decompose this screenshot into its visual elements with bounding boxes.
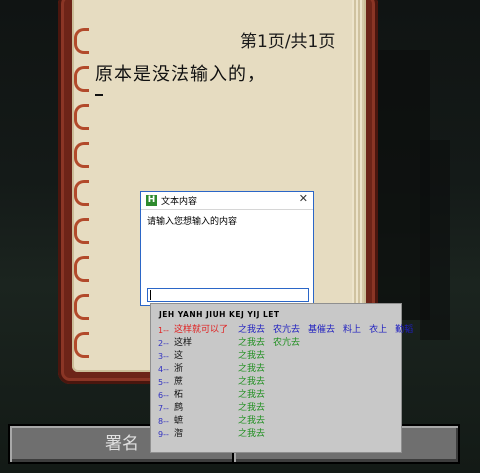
text-cursor xyxy=(95,94,103,96)
ime-candidate-panel: JEH YANH JIUH KEJ YIJ LET 1-- 这样就可以了 之我去 农亢… xyxy=(150,303,413,453)
candidate-number: 7-- xyxy=(158,404,169,413)
candidate-suggestions: 之我去 xyxy=(238,363,273,376)
suggestion-item[interactable]: 农亢去 xyxy=(273,325,300,335)
suggestion-item[interactable]: 之我去 xyxy=(238,351,265,361)
candidate-number: 1-- xyxy=(158,326,169,335)
candidate-number: 5-- xyxy=(158,378,169,387)
candidate-number: 9-- xyxy=(158,430,169,439)
candidate-suggestions: 之我去 xyxy=(238,389,273,402)
candidate-text: 浙 xyxy=(174,364,184,374)
candidate-suggestions: 之我去 农亢去 基催去 料上 衣上 勤韬 xyxy=(238,324,421,337)
ime-candidate[interactable]: 5-- 蔗 之我去 xyxy=(158,376,398,389)
ring-icon xyxy=(74,104,89,130)
ring-icon xyxy=(74,180,89,206)
book-text: 原本是没法输入的， xyxy=(95,64,266,85)
candidate-text: 鹧 xyxy=(174,403,184,413)
text-input-dialog: H 文本内容 ✕ 请输入您想输入的内容 xyxy=(140,191,314,306)
candidate-suggestions: 之我去 xyxy=(238,350,273,363)
candidate-number: 2-- xyxy=(158,339,169,348)
ring-icon xyxy=(74,142,89,168)
close-icon[interactable]: ✕ xyxy=(299,192,308,205)
ime-candidate[interactable]: 9-- 潪 之我去 xyxy=(158,428,398,441)
app-icon: H xyxy=(146,195,157,206)
suggestion-item[interactable]: 之我去 xyxy=(238,390,265,400)
book-rings xyxy=(74,28,92,368)
ring-icon xyxy=(74,28,89,54)
input-caret xyxy=(150,290,151,300)
ring-icon xyxy=(74,256,89,282)
background-tree-2 xyxy=(420,140,450,340)
dialog-title: 文本内容 xyxy=(161,197,198,207)
suggestion-item[interactable]: 料上 xyxy=(343,325,361,335)
ring-icon xyxy=(74,218,89,244)
candidate-text: 这样就可以了 xyxy=(174,325,229,335)
candidate-number: 4-- xyxy=(158,365,169,374)
candidate-text: 蔗 xyxy=(174,377,184,387)
page-counter: 第1页/共1页 xyxy=(240,32,336,52)
suggestion-item[interactable]: 勤韬 xyxy=(395,325,413,335)
suggestion-item[interactable]: 衣上 xyxy=(369,325,387,335)
ime-candidate[interactable]: 3-- 这 之我去 xyxy=(158,350,398,363)
suggestion-item[interactable]: 之我去 xyxy=(238,338,265,348)
ime-candidate[interactable]: 4-- 浙 之我去 xyxy=(158,363,398,376)
text-input[interactable] xyxy=(147,288,309,302)
suggestion-item[interactable]: 基催去 xyxy=(308,325,335,335)
ring-icon xyxy=(74,66,89,92)
candidate-number: 3-- xyxy=(158,352,169,361)
ring-icon xyxy=(74,294,89,320)
candidate-text: 这样 xyxy=(174,338,193,348)
candidate-text: 柘 xyxy=(174,390,184,400)
ime-candidate[interactable]: 6-- 柘 之我去 xyxy=(158,389,398,402)
suggestion-item[interactable]: 之我去 xyxy=(238,325,265,335)
suggestion-item[interactable]: 之我去 xyxy=(238,429,265,439)
dialog-titlebar: H 文本内容 ✕ xyxy=(141,192,313,210)
candidate-number: 6-- xyxy=(158,391,169,400)
ime-pinyin: JEH YANH JIUH KEJ YIJ LET xyxy=(159,310,280,319)
candidate-suggestions: 之我去 xyxy=(238,402,273,415)
suggestion-item[interactable]: 农亢去 xyxy=(273,338,300,348)
suggestion-item[interactable]: 之我去 xyxy=(238,364,265,374)
suggestion-item[interactable]: 之我去 xyxy=(238,416,265,426)
ring-icon xyxy=(74,332,89,358)
ime-candidate[interactable]: 8-- 蟅 之我去 xyxy=(158,415,398,428)
suggestion-item[interactable]: 之我去 xyxy=(238,403,265,413)
candidate-number: 8-- xyxy=(158,417,169,426)
candidate-text: 这 xyxy=(174,351,184,361)
candidate-suggestions: 之我去 xyxy=(238,415,273,428)
suggestion-item[interactable]: 之我去 xyxy=(238,377,265,387)
candidate-text: 蟅 xyxy=(174,416,184,426)
candidate-suggestions: 之我去 xyxy=(238,428,273,441)
ime-candidate-list: 1-- 这样就可以了 之我去 农亢去 基催去 料上 衣上 勤韬 2-- 这样 之我去 农亢去 3-- 这之… xyxy=(158,324,413,441)
ime-candidate[interactable]: 7-- 鹧 之我去 xyxy=(158,402,398,415)
ime-candidate[interactable]: 2-- 这样 之我去 农亢去 xyxy=(158,337,398,350)
candidate-text: 潪 xyxy=(174,429,184,439)
candidate-suggestions: 之我去 农亢去 xyxy=(238,337,308,350)
dialog-prompt: 请输入您想输入的内容 xyxy=(147,217,238,227)
ime-candidate[interactable]: 1-- 这样就可以了 之我去 农亢去 基催去 料上 衣上 勤韬 xyxy=(158,324,413,337)
candidate-suggestions: 之我去 xyxy=(238,376,273,389)
